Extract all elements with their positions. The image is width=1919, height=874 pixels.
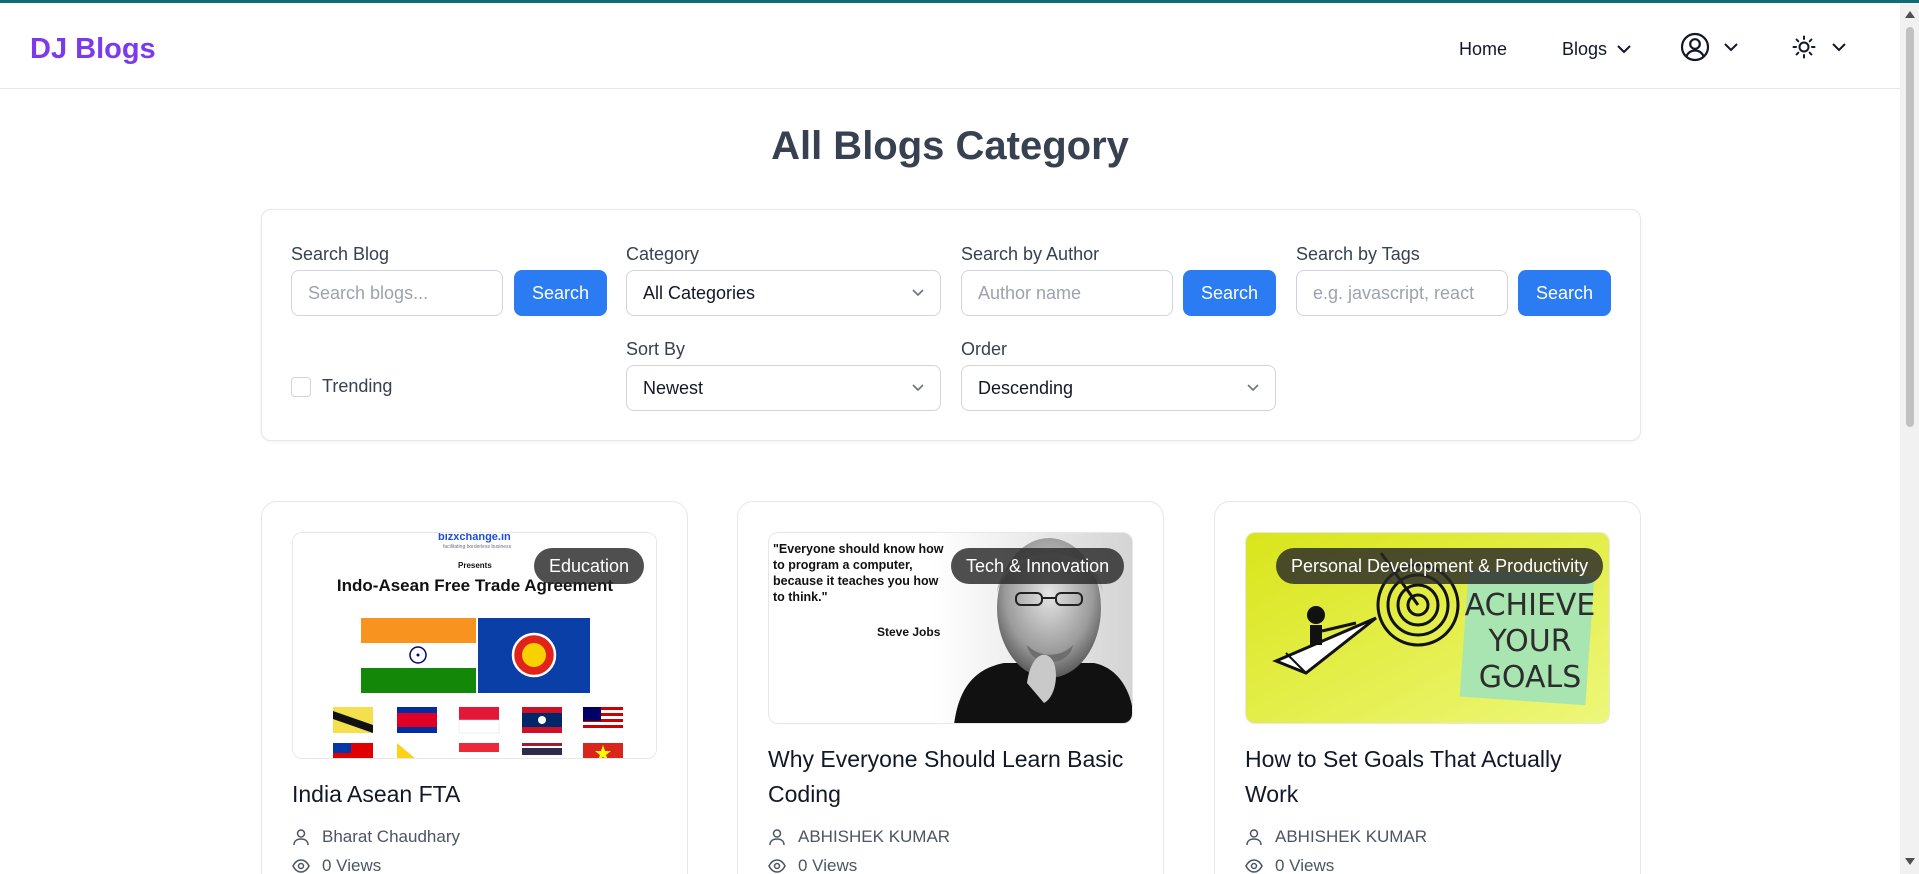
blog-title[interactable]: How to Set Goals That Actually Work xyxy=(1245,742,1615,812)
blog-thumbnail[interactable]: "Everyone should know how to program a c… xyxy=(768,532,1133,724)
blog-card[interactable]: ACHIEVE YOUR GOALS Personal Development … xyxy=(1214,501,1641,874)
chevron-down-icon xyxy=(912,384,924,392)
blog-card[interactable]: bizxchange.in facilitating borderless bu… xyxy=(261,501,688,874)
search-blog-button[interactable]: Search xyxy=(514,270,607,316)
category-label: Category xyxy=(626,244,700,264)
note-line-3: GOALS xyxy=(1479,660,1582,695)
order-select[interactable]: Descending xyxy=(961,365,1276,411)
image-presents-text: Presents xyxy=(458,561,492,570)
page-scrollbar[interactable] xyxy=(1900,3,1919,874)
nav-blogs-label: Blogs xyxy=(1562,39,1608,59)
search-tags-button[interactable]: Search xyxy=(1518,270,1611,316)
note-line-1: ACHIEVE xyxy=(1465,588,1596,623)
user-icon xyxy=(293,829,309,846)
image-tagline-text: facilitating borderless business xyxy=(443,544,512,550)
trending-filter[interactable]: Trending xyxy=(291,376,392,397)
filter-panel: Search Blog Search Category All Categori… xyxy=(261,209,1641,441)
chevron-down-icon xyxy=(1832,42,1846,51)
eye-icon xyxy=(292,859,310,873)
author-label: Search by Author xyxy=(961,244,1100,264)
view-count: 0 Views xyxy=(798,856,858,874)
chevron-down-icon xyxy=(1724,42,1738,51)
trending-label: Trending xyxy=(322,376,393,396)
blog-thumbnail[interactable]: bizxchange.in facilitating borderless bu… xyxy=(292,532,657,759)
blog-author: ABHISHEK KUMAR xyxy=(768,827,950,847)
search-author-button[interactable]: Search xyxy=(1183,270,1276,316)
note-line-2: YOUR xyxy=(1487,624,1571,659)
eye-icon xyxy=(768,859,786,873)
blog-views: 0 Views xyxy=(1245,856,1334,874)
blog-author: Bharat Chaudhary xyxy=(292,827,460,847)
blog-views: 0 Views xyxy=(768,856,857,874)
sun-icon xyxy=(1792,35,1816,59)
view-count: 0 Views xyxy=(1275,856,1335,874)
image-brand-text: bizxchange.in xyxy=(438,533,511,543)
order-label: Order xyxy=(961,339,1008,359)
tags-input[interactable] xyxy=(1296,270,1508,316)
chevron-down-icon xyxy=(912,289,924,297)
blog-views: 0 Views xyxy=(292,856,381,874)
nav-home-link[interactable]: Home xyxy=(1459,39,1507,60)
navbar: DJ Blogs Home Blogs xyxy=(0,3,1900,89)
blog-author: ABHISHEK KUMAR xyxy=(1245,827,1427,847)
author-name[interactable]: ABHISHEK KUMAR xyxy=(798,827,950,847)
scrollbar-thumb[interactable] xyxy=(1906,27,1914,427)
image-quote-text: "Everyone should know how to program a c… xyxy=(773,542,944,604)
author-input[interactable] xyxy=(961,270,1173,316)
author-name[interactable]: Bharat Chaudhary xyxy=(322,827,460,847)
theme-toggle[interactable] xyxy=(1792,35,1846,59)
user-icon xyxy=(769,829,785,846)
author-name[interactable]: ABHISHEK KUMAR xyxy=(1275,827,1427,847)
scroll-up-arrow-icon[interactable] xyxy=(1905,11,1915,18)
site-logo[interactable]: DJ Blogs xyxy=(30,33,156,66)
user-menu[interactable] xyxy=(1680,32,1738,62)
category-badge: Personal Development & Productivity xyxy=(1276,548,1604,584)
sort-by-select-value: Newest xyxy=(643,377,704,398)
blog-card[interactable]: "Everyone should know how to program a c… xyxy=(737,501,1164,874)
blog-thumbnail[interactable]: ACHIEVE YOUR GOALS Personal Development … xyxy=(1245,532,1610,724)
blog-title[interactable]: Why Everyone Should Learn Basic Coding xyxy=(768,742,1138,812)
page-title: All Blogs Category xyxy=(771,124,1129,168)
scroll-down-arrow-icon[interactable] xyxy=(1905,858,1915,865)
search-blog-label: Search Blog xyxy=(291,244,390,264)
trending-checkbox[interactable] xyxy=(291,376,311,397)
category-badge: Tech & Innovation xyxy=(951,548,1125,584)
category-badge: Education xyxy=(533,548,644,584)
chevron-down-icon xyxy=(1617,45,1631,54)
sort-by-select[interactable]: Newest xyxy=(626,365,941,411)
eye-icon xyxy=(1245,859,1263,873)
blog-title[interactable]: India Asean FTA xyxy=(292,777,662,812)
category-select-value: All Categories xyxy=(643,282,756,303)
user-circle-icon xyxy=(1680,32,1710,62)
category-select[interactable]: All Categories xyxy=(626,270,941,316)
image-attribution-text: Steve Jobs xyxy=(877,625,941,639)
nav-blogs-dropdown[interactable]: Blogs xyxy=(1562,39,1631,60)
order-select-value: Descending xyxy=(978,377,1074,398)
chevron-down-icon xyxy=(1247,384,1259,392)
sort-by-label: Sort By xyxy=(626,339,686,359)
search-blog-input[interactable] xyxy=(291,270,503,316)
tags-label: Search by Tags xyxy=(1296,244,1420,264)
view-count: 0 Views xyxy=(322,856,382,874)
user-icon xyxy=(1246,829,1262,846)
